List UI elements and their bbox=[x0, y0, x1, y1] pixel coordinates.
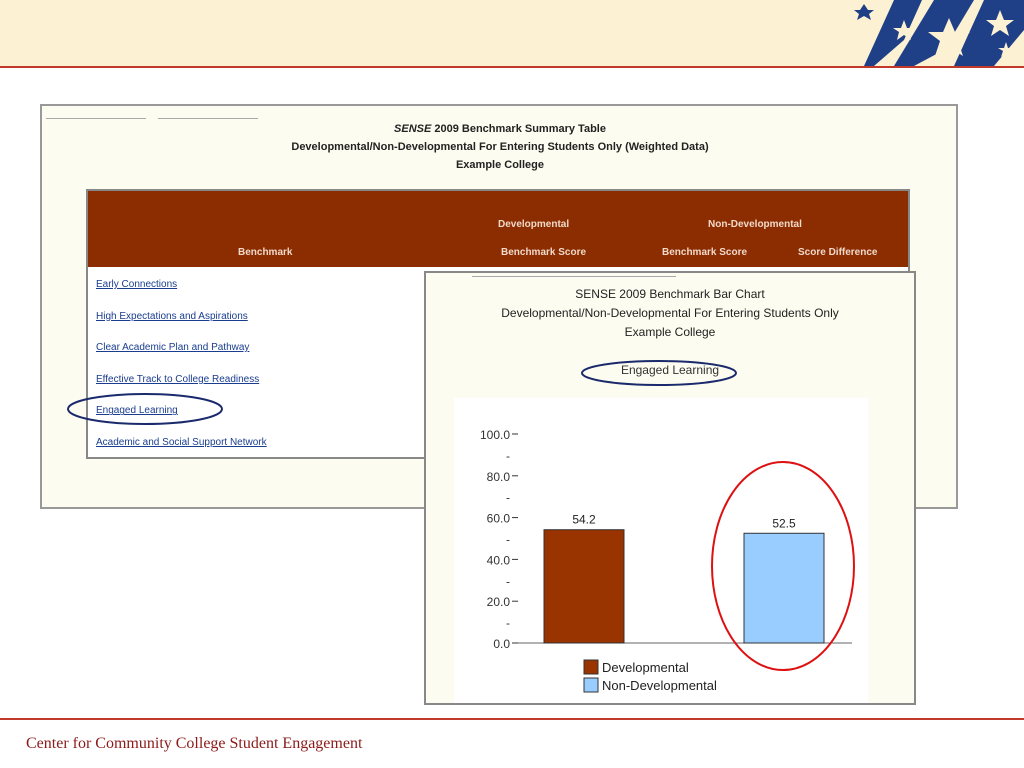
header-developmental: Developmental bbox=[498, 219, 570, 230]
bar-chart-college: Example College bbox=[624, 325, 716, 339]
bar-chart-subtitle: Developmental/Non-Developmental For Ente… bbox=[501, 306, 839, 320]
stars-logo-icon bbox=[854, 0, 1024, 66]
tab-underline[interactable] bbox=[46, 117, 146, 119]
bar-chart-title: SENSE 2009 Benchmark Bar Chart bbox=[575, 287, 765, 301]
benchmark-link-clear-academic-plan[interactable]: Clear Academic Plan and Pathway bbox=[96, 342, 267, 374]
bar-value-label: 54.2 bbox=[572, 513, 596, 527]
legend-label: Developmental bbox=[602, 660, 689, 675]
y-minor-tick-label: - bbox=[506, 491, 510, 505]
y-tick-label: 80.0 bbox=[487, 470, 511, 484]
header-non-developmental: Non-Developmental bbox=[708, 219, 802, 230]
tab-underline[interactable] bbox=[472, 275, 676, 277]
table-header: Developmental Non-Developmental Benchmar… bbox=[88, 191, 908, 267]
benchmark-link-high-expectations[interactable]: High Expectations and Aspirations bbox=[96, 311, 267, 343]
y-minor-tick-label: - bbox=[506, 616, 510, 630]
benchmark-label-highlight-circle bbox=[581, 360, 737, 386]
legend-swatch bbox=[583, 677, 599, 693]
y-minor-tick-label: - bbox=[506, 533, 510, 547]
y-tick-label: 100.0 bbox=[480, 428, 510, 442]
y-tick-label: 60.0 bbox=[487, 512, 511, 526]
benchmark-list: Early Connections High Expectations and … bbox=[96, 279, 267, 469]
header-dev-score: Benchmark Score bbox=[501, 247, 587, 258]
engaged-learning-highlight-circle bbox=[67, 393, 223, 425]
header-nondev-score: Benchmark Score bbox=[662, 247, 748, 258]
benchmark-link-academic-social-support[interactable]: Academic and Social Support Network bbox=[96, 437, 267, 469]
bar-chart-heading: SENSE 2009 Benchmark Bar Chart Developme… bbox=[426, 285, 914, 342]
summary-college: Example College bbox=[455, 159, 545, 171]
footer-text: Center for Community College Student Eng… bbox=[26, 735, 363, 752]
title-rest: 2009 Benchmark Summary Table bbox=[431, 123, 606, 135]
footer-divider bbox=[0, 718, 1024, 720]
tab-underline[interactable] bbox=[158, 117, 258, 119]
header-score-difference: Score Difference bbox=[798, 247, 878, 258]
non-developmental-red-circle bbox=[711, 461, 855, 671]
y-tick-label: 0.0 bbox=[493, 637, 510, 651]
y-minor-tick-label: - bbox=[506, 449, 510, 463]
window-tabs bbox=[46, 106, 270, 119]
summary-table-title: SENSE 2009 Benchmark Summary Table Devel… bbox=[42, 120, 958, 174]
y-minor-tick-label: - bbox=[506, 574, 510, 588]
legend-swatch bbox=[583, 659, 599, 675]
legend-label: Non-Developmental bbox=[602, 678, 717, 693]
y-tick-label: 20.0 bbox=[487, 595, 511, 609]
header-benchmark: Benchmark bbox=[238, 247, 293, 258]
benchmark-link-early-connections[interactable]: Early Connections bbox=[96, 279, 267, 311]
summary-subtitle: Developmental/Non-Developmental For Ente… bbox=[291, 141, 709, 153]
y-tick-label: 40.0 bbox=[487, 553, 511, 567]
title-italic: SENSE bbox=[394, 123, 432, 135]
bar-developmental bbox=[543, 529, 625, 644]
header-divider bbox=[0, 66, 1024, 68]
